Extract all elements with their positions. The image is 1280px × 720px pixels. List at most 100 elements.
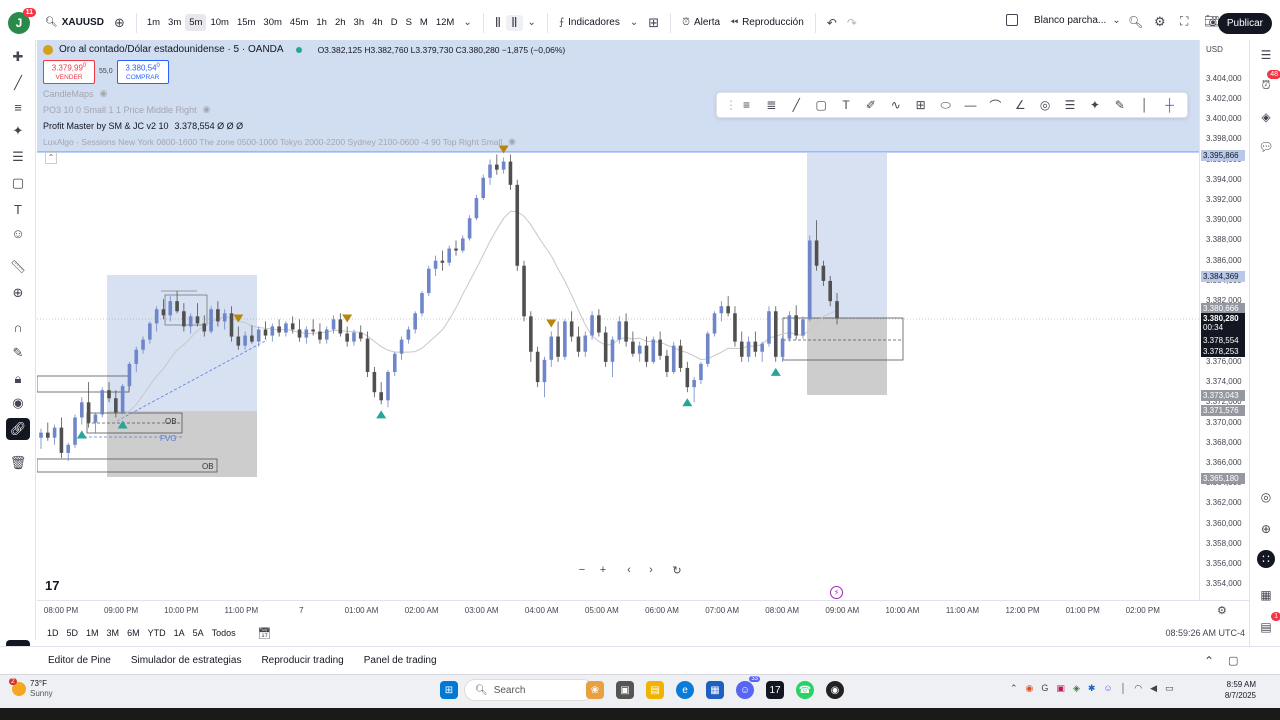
projection-icon[interactable]: ☰ bbox=[9, 148, 27, 166]
chat-icon[interactable]: 💬︎ bbox=[1257, 138, 1275, 156]
magnet-icon[interactable]: ∩ bbox=[9, 318, 27, 336]
target-icon[interactable]: ◎ bbox=[1257, 488, 1275, 506]
bar-style-icon[interactable]: Ⅱ bbox=[490, 15, 506, 31]
interval-S[interactable]: S bbox=[402, 14, 416, 31]
indicators-button[interactable]: ⨍ Indicadores bbox=[554, 17, 625, 28]
add-symbol-button[interactable]: ⊕ bbox=[109, 15, 130, 31]
grid-tool-icon[interactable]: ⊞ bbox=[911, 98, 930, 112]
text-icon[interactable]: T bbox=[9, 200, 27, 218]
bottom-tab[interactable]: Panel de trading bbox=[354, 655, 447, 666]
camera-icon[interactable]: 📷︎ bbox=[1204, 14, 1219, 28]
time-settings-gear-icon[interactable]: ⚙︎ bbox=[1217, 604, 1227, 617]
scroll-right-button[interactable]: › bbox=[642, 564, 660, 580]
tradingview-logo[interactable]: 17 bbox=[45, 578, 59, 593]
ruler-icon[interactable]: 📏︎ bbox=[9, 258, 27, 276]
crosshair-icon[interactable]: ✚ bbox=[9, 48, 27, 66]
range-3m[interactable]: 3M bbox=[107, 628, 120, 638]
bottom-tab[interactable]: Simulador de estrategias bbox=[121, 655, 252, 666]
range-1a[interactable]: 1A bbox=[174, 628, 185, 638]
interval-D[interactable]: D bbox=[387, 14, 402, 31]
timezone-clock[interactable]: 08:59:26 AM UTC-4 bbox=[1165, 628, 1245, 638]
alerts-clock-icon[interactable]: ⏰︎ 48 bbox=[1257, 70, 1280, 94]
edge-browser-icon[interactable]: e bbox=[676, 681, 694, 699]
price-scale[interactable]: USD 3.404,000 3.402,000 3.400,000 3.398,000… bbox=[1199, 40, 1249, 600]
maximize-panel-icon[interactable]: ▢ bbox=[1228, 654, 1238, 667]
interval-5m[interactable]: 5m bbox=[185, 14, 207, 31]
range-1m[interactable]: 1M bbox=[86, 628, 99, 638]
path-tool-icon[interactable]: ∿ bbox=[886, 98, 905, 112]
volume-icon[interactable]: ◀ bbox=[1150, 683, 1157, 694]
cross-line-icon[interactable]: ┼ bbox=[1160, 98, 1179, 112]
windows-start-icon[interactable]: ⊞ bbox=[440, 681, 458, 699]
indicator-legend-4[interactable]: LuxAlgo - Sessions New York 0800-1600 Th… bbox=[43, 136, 516, 147]
range-5a[interactable]: 5A bbox=[193, 628, 204, 638]
tray-bluetooth-icon[interactable]: ✱ bbox=[1088, 683, 1096, 694]
interval-12M[interactable]: 12M bbox=[432, 14, 458, 31]
sell-button[interactable]: 3.379,990 VENDER bbox=[43, 60, 95, 84]
scroll-left-button[interactable]: ‹ bbox=[620, 564, 638, 580]
highlighter-tool-icon[interactable]: ✎ bbox=[1110, 98, 1129, 112]
pattern-tool-icon[interactable]: ✦ bbox=[1085, 98, 1104, 112]
link-icon[interactable]: 🔗︎ bbox=[6, 418, 30, 440]
alert-button[interactable]: ⏰︎ Alerta bbox=[677, 17, 725, 28]
brush-tool-icon[interactable]: ✐ bbox=[861, 98, 880, 112]
interval-30m[interactable]: 30m bbox=[259, 14, 285, 31]
weather-widget[interactable]: 2 73°F Sunny bbox=[9, 678, 53, 699]
tray-red-icon[interactable]: ▣ bbox=[1056, 683, 1065, 694]
time-scale[interactable]: 08:00 PM 09:00 PM 10:00 PM 11:00 PM 7 01:00 A… bbox=[37, 600, 1249, 620]
bottom-tab[interactable]: Reproducir trading bbox=[251, 655, 353, 666]
rectangle-tool-icon[interactable]: ▢ bbox=[812, 98, 831, 112]
fib-tool-icon[interactable]: ≡ bbox=[737, 98, 756, 112]
tray-google-icon[interactable]: G bbox=[1041, 683, 1048, 694]
curve-tool-icon[interactable]: ⌒ bbox=[986, 97, 1005, 114]
layers-icon[interactable]: ◈ bbox=[1257, 108, 1275, 126]
range-5d[interactable]: 5D bbox=[67, 628, 79, 638]
task-view-icon[interactable]: ▣ bbox=[616, 681, 634, 699]
hline-tool-icon[interactable]: — bbox=[961, 98, 980, 112]
zoom-in-icon[interactable]: ⊕ bbox=[9, 284, 27, 302]
ideas-icon[interactable]: ⊕ bbox=[1257, 520, 1275, 538]
zoom-in-button[interactable]: + bbox=[594, 564, 612, 580]
range-todos[interactable]: Todos bbox=[212, 628, 236, 638]
emoji-icon[interactable]: ☺ bbox=[9, 224, 27, 242]
interval-1h[interactable]: 1h bbox=[312, 14, 331, 31]
publish-button[interactable]: Publicar bbox=[1217, 13, 1272, 34]
eye-icon[interactable]: ◉ bbox=[9, 394, 27, 412]
file-explorer-icon[interactable]: ▤ bbox=[646, 681, 664, 699]
discord-icon[interactable]: ☺ 33 bbox=[736, 676, 760, 699]
settings-gear-icon[interactable]: ⚙︎ bbox=[1154, 14, 1166, 30]
vertical-line-icon[interactable]: │ bbox=[1135, 98, 1154, 112]
shapes-icon[interactable]: ▢ bbox=[9, 174, 27, 192]
target-tool-icon[interactable]: ◎ bbox=[1036, 98, 1055, 112]
collapse-legend-button[interactable]: ⌃ bbox=[45, 152, 57, 164]
taskbar-search[interactable]: 🔍︎ Search bbox=[464, 679, 594, 701]
lightning-event-icon[interactable]: ⚡︎ bbox=[830, 586, 843, 599]
copilot-icon[interactable]: ❀ bbox=[586, 681, 604, 699]
tray-green-icon[interactable]: ◈ bbox=[1073, 683, 1080, 694]
symbol-search[interactable]: 🔍︎ XAUUSD bbox=[40, 17, 109, 28]
interval-15m[interactable]: 15m bbox=[233, 14, 259, 31]
interval-2h[interactable]: 2h bbox=[331, 14, 350, 31]
layout-selector[interactable]: Blanco parcha... ⌄ bbox=[1006, 14, 1121, 26]
store-icon[interactable]: ▦ bbox=[706, 681, 724, 699]
ellipse-tool-icon[interactable]: ⬭ bbox=[936, 98, 955, 113]
interval-3h[interactable]: 3h bbox=[350, 14, 369, 31]
line-tool-icon[interactable]: ╱ bbox=[787, 98, 806, 112]
polyline-tool-icon[interactable]: ∠ bbox=[1011, 98, 1030, 112]
user-avatar[interactable]: J 11 bbox=[8, 7, 36, 34]
indicator-legend-1[interactable]: CandleMaps ◉ bbox=[43, 88, 107, 99]
redo-button[interactable]: ↷ bbox=[842, 16, 862, 30]
range-6m[interactable]: 6M bbox=[127, 628, 140, 638]
pattern-icon[interactable]: ✦ bbox=[9, 122, 27, 140]
indicator-legend-3[interactable]: Profit Master by SM & JC v2 10 3.378,554… bbox=[43, 121, 243, 131]
notifications-icon[interactable]: ▤ 1 bbox=[1257, 612, 1280, 636]
calendar-side-icon[interactable]: ▦ bbox=[1257, 586, 1275, 604]
calendar-icon[interactable]: 📅︎ bbox=[258, 627, 272, 640]
lock-icon[interactable]: 🔒︎ bbox=[9, 370, 27, 388]
candle-style-icon[interactable]: Ⅱ bbox=[506, 14, 523, 31]
watchlist-icon[interactable]: ☰ bbox=[1257, 46, 1275, 64]
trend-line-icon[interactable]: ╱ bbox=[9, 74, 27, 92]
bottom-tab[interactable]: Editor de Pine bbox=[38, 655, 121, 666]
chart-type-dropdown-icon[interactable]: ⌄ bbox=[523, 17, 541, 28]
interval-M[interactable]: M bbox=[416, 14, 432, 31]
